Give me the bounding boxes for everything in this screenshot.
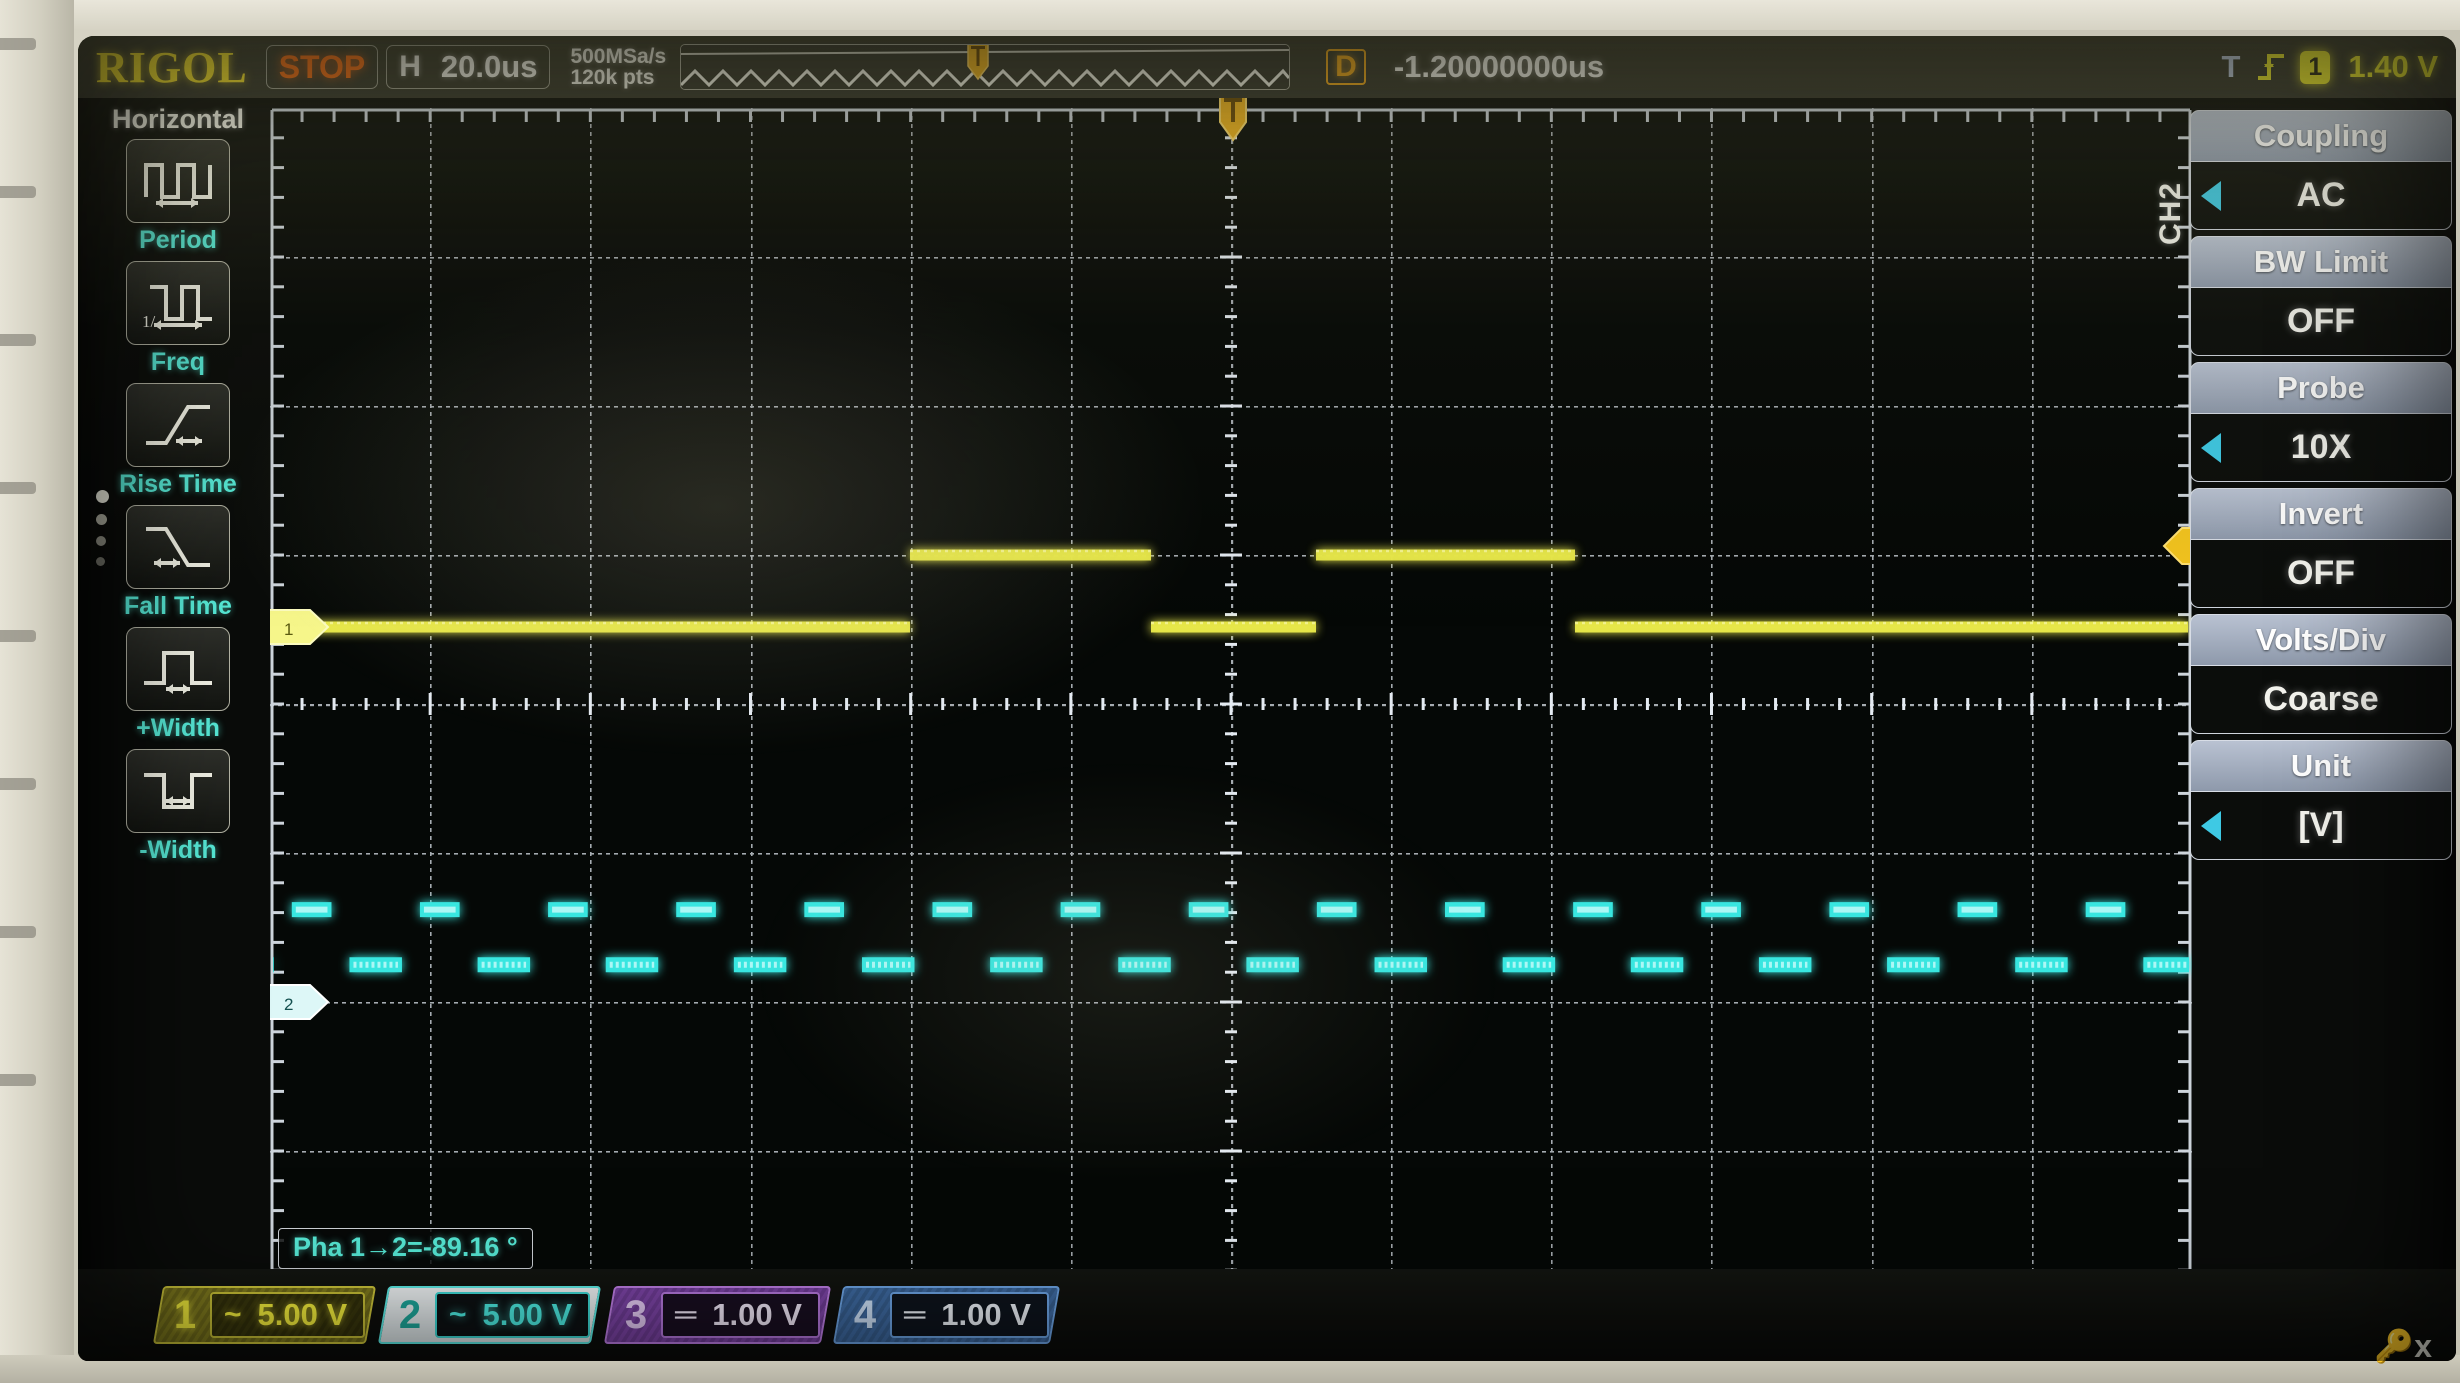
- timebase-value: 20.0us: [440, 49, 538, 84]
- unit-value: [V]: [2298, 806, 2344, 844]
- svg-text:1/: 1/: [142, 312, 156, 331]
- coupling-icon: ═: [904, 1298, 926, 1331]
- case-top-edge: [0, 0, 2460, 30]
- brand-logo: RIGOL: [96, 42, 248, 92]
- run-state-button[interactable]: STOP: [265, 45, 379, 89]
- svg-text:1: 1: [284, 620, 293, 639]
- channel-number: 2: [399, 1292, 422, 1337]
- volts-per-div: 5.00 V: [257, 1297, 348, 1332]
- rise-time-icon: [126, 383, 230, 467]
- invert-value-button[interactable]: OFF: [2190, 540, 2452, 608]
- measure-label: Rise Time: [119, 470, 237, 498]
- case-left-edge: [0, 0, 74, 1383]
- volts-per-div: 5.00 V: [483, 1297, 573, 1332]
- coupling-value: AC: [2296, 176, 2346, 214]
- fall-time-icon: [125, 505, 230, 589]
- measure-item-freq[interactable]: 1/ Freq: [126, 261, 230, 377]
- menu-group-bw-limit: BW Limit OFF: [2190, 236, 2452, 356]
- page-indicator-dots: [96, 490, 109, 566]
- delay-value[interactable]: -1.20000000us: [1394, 49, 1604, 85]
- timebase-button[interactable]: H 20.0us: [386, 45, 551, 89]
- run-state-label: STOP: [278, 48, 366, 85]
- trigger-label: T: [2221, 49, 2241, 84]
- probe-title: Probe: [2190, 362, 2452, 414]
- channel-3-settings: ═ 1.00 V: [661, 1292, 820, 1338]
- memory-depth-value: 120k pts: [570, 66, 655, 89]
- volts-div-title: Volts/Div: [2190, 614, 2452, 666]
- period-icon: [126, 139, 230, 223]
- horizontal-measure-menu: Horizontal Period 1/ Freq Rise Time Fall…: [88, 98, 268, 1298]
- measure-item-positive-width[interactable]: +Width: [126, 627, 230, 743]
- channel-status-bar: 1 ~ 5.00 V 2 ~ 5.00 V 3 ═ 1.00 V 4 ═ 1.0…: [78, 1269, 2456, 1361]
- positive-width-icon: [126, 627, 230, 711]
- coupling-icon: ~: [449, 1298, 468, 1331]
- sample-rate-info: 500MSa/s 120k pts: [570, 44, 667, 89]
- trigger-status-group: T 1 1.40 V: [2221, 48, 2456, 86]
- channel-menu-label: CH2: [2154, 182, 2187, 246]
- channel-4-settings: ═ 1.00 V: [890, 1292, 1050, 1338]
- menu-group-probe: Probe 10X: [2190, 362, 2452, 482]
- waveform-overview-strip[interactable]: [680, 44, 1291, 90]
- coupling-icon: ~: [224, 1298, 242, 1331]
- menu-group-invert: Invert OFF: [2190, 488, 2452, 608]
- keyboard-lock-icon: 🔑x: [2374, 1328, 2432, 1364]
- ch2-settings-menu: Coupling AC BW Limit OFF Probe 10X Inver…: [2190, 110, 2452, 866]
- channel-2-chip[interactable]: 2 ~ 5.00 V: [378, 1286, 602, 1344]
- menu-title: Horizontal: [112, 104, 244, 134]
- measure-item-negative-width[interactable]: -Width: [126, 749, 230, 865]
- horizontal-label: H: [399, 50, 421, 83]
- overview-trigger-marker-icon: [967, 45, 989, 81]
- volts-per-div: 1.00 V: [941, 1297, 1032, 1332]
- oscilloscope-photo: RIGOL STOP H 20.0us 500MSa/s 120k pts D …: [0, 0, 2460, 1383]
- frequency-icon: 1/: [126, 261, 230, 345]
- measure-item-rise-time[interactable]: Rise Time: [119, 383, 237, 499]
- menu-group-volts-div: Volts/Div Coarse: [2190, 614, 2452, 734]
- volts-div-value-button[interactable]: Coarse: [2190, 666, 2452, 734]
- channel-2-settings: ~ 5.00 V: [435, 1292, 591, 1338]
- measure-label: Period: [139, 226, 217, 254]
- sample-rate-value: 500MSa/s: [570, 44, 667, 68]
- rising-edge-icon: [2258, 54, 2285, 80]
- status-bar: RIGOL STOP H 20.0us 500MSa/s 120k pts D …: [78, 36, 2456, 98]
- channel-4-chip[interactable]: 4 ═ 1.00 V: [832, 1286, 1061, 1344]
- waveform-display-area[interactable]: 1 2: [270, 90, 2225, 1300]
- trigger-level-value[interactable]: 1.40 V: [2348, 49, 2438, 85]
- coupling-value-button[interactable]: AC: [2190, 162, 2452, 230]
- channel-number: 4: [853, 1292, 877, 1337]
- measure-label: +Width: [136, 714, 220, 742]
- bw-limit-title: BW Limit: [2190, 236, 2452, 288]
- unit-title: Unit: [2190, 740, 2452, 792]
- volts-per-div: 1.00 V: [712, 1297, 802, 1332]
- left-arrow-icon: [2201, 810, 2221, 841]
- negative-width-icon: [126, 749, 230, 833]
- measure-label: Fall Time: [124, 592, 232, 620]
- measure-item-period[interactable]: Period: [126, 139, 230, 255]
- unit-value-button[interactable]: [V]: [2190, 792, 2452, 860]
- measure-label: Freq: [150, 348, 206, 376]
- channel-number: 1: [174, 1292, 197, 1337]
- left-arrow-icon: [2201, 180, 2221, 211]
- coupling-title: Coupling: [2190, 110, 2452, 162]
- phase-measurement-readout: Pha 1→2=-89.16 °: [278, 1228, 533, 1269]
- left-arrow-icon: [2201, 432, 2221, 463]
- menu-group-coupling: Coupling AC: [2190, 110, 2452, 230]
- channel-1-chip[interactable]: 1 ~ 5.00 V: [152, 1286, 377, 1344]
- scope-screen: RIGOL STOP H 20.0us 500MSa/s 120k pts D …: [78, 36, 2456, 1361]
- trigger-source-badge[interactable]: 1: [2300, 50, 2331, 84]
- channel-1-settings: ~ 5.00 V: [210, 1292, 366, 1338]
- svg-text:2: 2: [284, 995, 293, 1014]
- menu-group-unit: Unit [V]: [2190, 740, 2452, 860]
- measure-item-fall-time[interactable]: Fall Time: [124, 505, 232, 621]
- measure-label: -Width: [139, 836, 217, 864]
- invert-title: Invert: [2190, 488, 2452, 540]
- delay-marker-badge: D: [1326, 49, 1366, 85]
- channel-3-chip[interactable]: 3 ═ 1.00 V: [603, 1286, 832, 1344]
- probe-value-button[interactable]: 10X: [2190, 414, 2452, 482]
- probe-value: 10X: [2290, 428, 2352, 466]
- channel-number: 3: [624, 1292, 648, 1337]
- bw-limit-value-button[interactable]: OFF: [2190, 288, 2452, 356]
- coupling-icon: ═: [675, 1298, 697, 1331]
